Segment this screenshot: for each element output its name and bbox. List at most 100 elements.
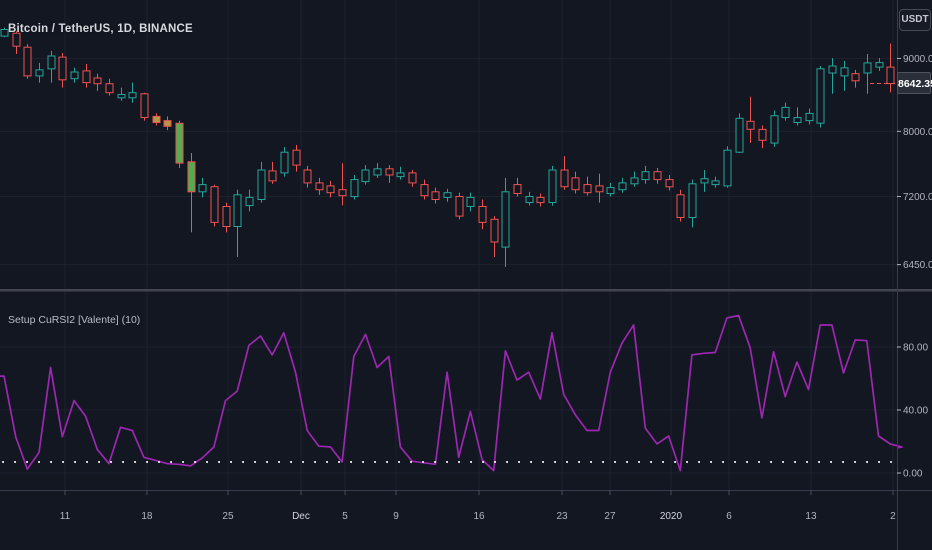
candle[interactable] — [466, 192, 475, 212]
candle[interactable] — [326, 180, 335, 198]
candle[interactable] — [548, 165, 557, 206]
candle[interactable] — [653, 167, 662, 184]
candle[interactable] — [618, 177, 627, 193]
candle[interactable] — [408, 170, 417, 187]
candle-body — [280, 151, 289, 174]
candle[interactable] — [187, 152, 196, 233]
candle[interactable] — [117, 87, 126, 101]
candle-body — [548, 169, 557, 203]
candle[interactable] — [385, 165, 394, 183]
candle[interactable] — [82, 63, 91, 88]
candle[interactable] — [758, 125, 767, 149]
candle[interactable] — [280, 146, 289, 177]
pane-separator[interactable] — [0, 289, 932, 292]
candle[interactable] — [490, 216, 499, 257]
candle[interactable] — [863, 53, 872, 94]
candle[interactable] — [361, 165, 370, 185]
candle[interactable] — [513, 177, 522, 197]
candle[interactable] — [770, 110, 779, 147]
candle[interactable] — [222, 202, 231, 233]
candle[interactable] — [0, 27, 9, 38]
candle[interactable] — [443, 188, 452, 202]
candle[interactable] — [595, 173, 604, 203]
candle[interactable] — [630, 171, 639, 187]
candle[interactable] — [303, 165, 312, 188]
candle[interactable] — [606, 182, 615, 197]
candle[interactable] — [781, 102, 790, 121]
candle[interactable] — [396, 166, 405, 180]
candle[interactable] — [840, 60, 849, 91]
candle-body — [688, 183, 697, 219]
candle[interactable] — [688, 179, 697, 228]
candle[interactable] — [70, 67, 79, 83]
candle[interactable] — [23, 44, 32, 79]
candle[interactable] — [163, 116, 172, 131]
price-axis[interactable]: 9000.00 8000.00 7200.00 6450.00 80.00 40.00 0.… — [897, 54, 932, 480]
candle-body — [536, 196, 545, 204]
time-axis-label: 2020 — [660, 511, 683, 522]
candle[interactable] — [851, 69, 860, 88]
candle-body — [525, 196, 534, 203]
candle[interactable] — [175, 120, 184, 168]
candle[interactable] — [210, 184, 219, 227]
candle[interactable] — [350, 174, 359, 200]
price-axis-label: 7200.00 — [903, 192, 932, 203]
candle[interactable] — [583, 176, 592, 196]
candle[interactable] — [198, 177, 207, 198]
candle[interactable] — [525, 191, 534, 206]
time-axis[interactable]: 11 18 25 Dec 5 9 16 23 27 2020 6 13 2 — [60, 490, 896, 522]
candle[interactable] — [35, 62, 44, 83]
candle[interactable] — [536, 193, 545, 207]
candle[interactable] — [711, 176, 720, 188]
candle-body — [373, 168, 382, 176]
candle[interactable] — [828, 58, 837, 94]
candle-body — [396, 172, 405, 178]
candle[interactable] — [152, 113, 161, 126]
indicator-line[interactable] — [0, 314, 903, 472]
candle[interactable] — [478, 199, 487, 230]
candle[interactable] — [257, 161, 266, 203]
candle[interactable] — [268, 161, 277, 184]
price-axis-label: 9000.00 — [903, 54, 932, 65]
symbol-title[interactable]: Bitcoin / TetherUS, 1D, BINANCE — [8, 23, 193, 35]
candle[interactable] — [93, 73, 102, 91]
candle[interactable] — [373, 163, 382, 178]
candle[interactable] — [805, 108, 814, 125]
candle[interactable] — [571, 171, 580, 194]
candle[interactable] — [128, 82, 137, 103]
candle-body — [863, 62, 872, 74]
candle-body — [93, 77, 102, 85]
candle-body — [583, 184, 592, 194]
candle[interactable] — [501, 177, 510, 268]
candle[interactable] — [105, 78, 114, 96]
candle-body — [770, 115, 779, 144]
candle[interactable] — [245, 189, 254, 212]
candle-body — [326, 185, 335, 194]
candle-body — [781, 106, 790, 119]
candle-body — [70, 71, 79, 80]
candle[interactable] — [676, 189, 685, 222]
candle[interactable] — [700, 170, 709, 192]
candle[interactable] — [455, 192, 464, 220]
candle-body — [58, 56, 67, 81]
candle[interactable] — [47, 50, 56, 83]
indicator-title[interactable]: Setup CuRSI2 [Valente] (10) — [8, 314, 140, 326]
candle[interactable] — [233, 189, 242, 257]
candle[interactable] — [641, 165, 650, 184]
candle[interactable] — [315, 177, 324, 195]
candle[interactable] — [875, 58, 884, 71]
currency-toggle-button[interactable]: USDT — [899, 9, 931, 31]
candle[interactable] — [665, 174, 674, 191]
candle-body — [443, 192, 452, 198]
chart-root: 9000.00 8000.00 7200.00 6450.00 80.00 40.00 0.… — [0, 0, 932, 550]
candle[interactable] — [292, 145, 301, 172]
candle[interactable] — [140, 92, 149, 121]
candle[interactable] — [723, 146, 732, 188]
candle[interactable] — [431, 187, 440, 204]
candle[interactable] — [746, 96, 755, 144]
candle-body — [746, 120, 755, 130]
chart-canvas[interactable]: 9000.00 8000.00 7200.00 6450.00 80.00 40.00 0.… — [0, 0, 932, 550]
candle[interactable] — [735, 113, 744, 153]
candle[interactable] — [816, 66, 825, 128]
candle[interactable] — [793, 107, 802, 126]
